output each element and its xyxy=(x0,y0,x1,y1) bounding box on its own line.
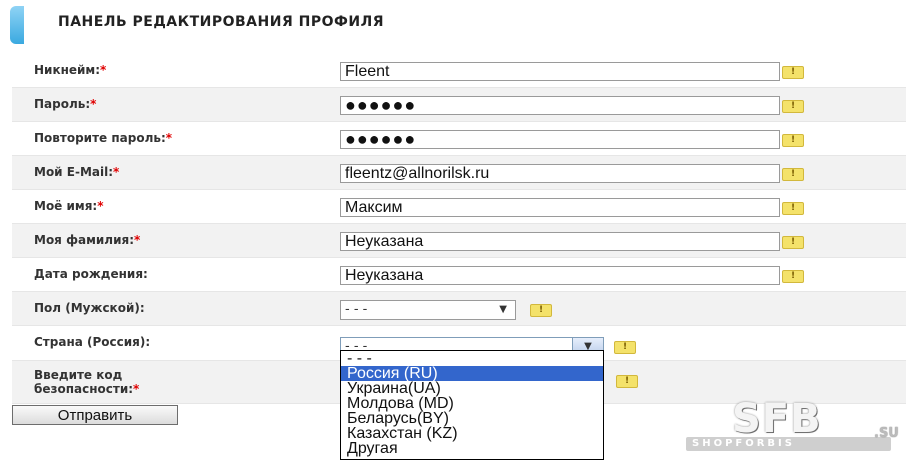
country-option[interactable]: - - - xyxy=(341,351,603,367)
country-label: Страна (Россия): xyxy=(34,335,151,349)
gender-label: Пол (Мужской): xyxy=(34,301,145,315)
form-row-first-name: Моё имя:* Максим ! xyxy=(12,190,906,224)
captcha-label: Введите код безопасности:* xyxy=(34,368,140,396)
country-option[interactable]: Россия (RU) xyxy=(341,366,603,382)
help-icon[interactable]: ! xyxy=(616,375,638,388)
password-input[interactable]: ●●●●●● xyxy=(340,96,780,115)
form-row-password: Пароль:* ●●●●●● ! xyxy=(12,88,906,122)
email-label: Мой E-Mail:* xyxy=(34,165,120,179)
country-option[interactable]: Казахстан (KZ) xyxy=(341,426,603,442)
form-row-email: Мой E-Mail:* fleentz@allnorilsk.ru ! xyxy=(12,156,906,190)
submit-button[interactable]: Отправить xyxy=(12,405,178,425)
help-icon[interactable]: ! xyxy=(782,100,804,113)
birth-date-input[interactable]: Неуказана xyxy=(340,266,780,285)
birth-date-label: Дата рождения: xyxy=(34,267,148,281)
last-name-label: Моя фамилия:* xyxy=(34,233,141,247)
help-icon[interactable]: ! xyxy=(782,270,804,283)
help-icon[interactable]: ! xyxy=(530,304,552,317)
watermark-logo: SFB SHOPFORBIS .SU xyxy=(686,380,910,460)
nickname-input[interactable]: Fleent xyxy=(340,62,780,81)
help-icon[interactable]: ! xyxy=(782,134,804,147)
country-option[interactable]: Другая xyxy=(341,441,603,457)
watermark-suffix: .SU xyxy=(874,426,899,441)
first-name-label: Моё имя:* xyxy=(34,199,104,213)
page-title: ПАНЕЛЬ РЕДАКТИРОВАНИЯ ПРОФИЛЯ xyxy=(58,14,384,30)
watermark-text: SFB xyxy=(732,396,822,442)
country-option[interactable]: Молдова (MD) xyxy=(341,396,603,412)
form-row-birth-date: Дата рождения: Неуказана ! xyxy=(12,258,906,292)
first-name-input[interactable]: Максим xyxy=(340,198,780,217)
country-option[interactable]: Украина(UA) xyxy=(341,381,603,397)
password-label: Пароль:* xyxy=(34,97,97,111)
email-input[interactable]: fleentz@allnorilsk.ru xyxy=(340,164,780,183)
help-icon[interactable]: ! xyxy=(614,341,636,354)
help-icon[interactable]: ! xyxy=(782,66,804,79)
gender-select[interactable]: - - - ▼ xyxy=(340,300,516,320)
panel-header: ПАНЕЛЬ РЕДАКТИРОВАНИЯ ПРОФИЛЯ xyxy=(0,0,920,48)
watermark-band: SHOPFORBIS xyxy=(686,437,891,451)
form-row-last-name: Моя фамилия:* Неуказана ! xyxy=(12,224,906,258)
help-icon[interactable]: ! xyxy=(782,168,804,181)
help-icon[interactable]: ! xyxy=(782,202,804,215)
help-icon[interactable]: ! xyxy=(782,236,804,249)
nickname-label: Никнейм:* xyxy=(34,63,107,77)
header-accent xyxy=(10,6,24,44)
country-option[interactable]: Беларусь(BY) xyxy=(341,411,603,427)
form-row-gender: Пол (Мужской): - - - ▼ ! xyxy=(12,292,906,326)
password-repeat-input[interactable]: ●●●●●● xyxy=(340,130,780,149)
chevron-down-icon: ▼ xyxy=(499,304,507,315)
last-name-input[interactable]: Неуказана xyxy=(340,232,780,251)
password-repeat-label: Повторите пароль:* xyxy=(34,131,173,145)
gender-select-value: - - - xyxy=(345,302,368,317)
form-row-password-repeat: Повторите пароль:* ●●●●●● ! xyxy=(12,122,906,156)
country-dropdown-list: - - - Россия (RU) Украина(UA) Молдова (M… xyxy=(340,350,604,460)
form-row-nickname: Никнейм:* Fleent ! xyxy=(12,54,906,88)
